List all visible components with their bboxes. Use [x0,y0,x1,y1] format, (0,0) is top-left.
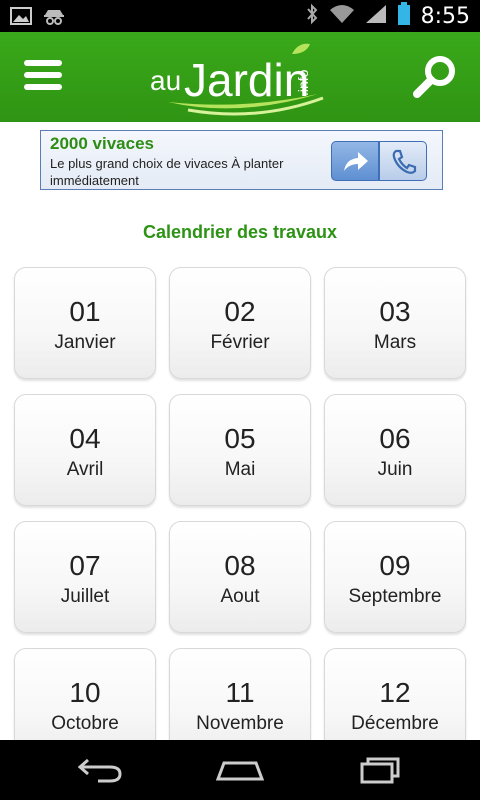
month-number: 03 [379,296,411,327]
main-content: Calendrier des travaux 01 Janvier 02 Févri… [0,200,480,740]
month-button-aout[interactable]: 08 Aout [169,521,311,633]
back-icon [77,758,122,783]
ad-banner[interactable]: 2000 vivaces Le plus grand choix de viva… [40,130,443,190]
section-title: Calendrier des travaux [142,222,338,242]
image-icon [10,6,32,31]
month-number: 07 [69,550,101,581]
month-button-fevrier[interactable]: 02 Février [169,267,311,379]
month-button-mai[interactable]: 05 Mai [169,394,311,506]
month-name: Novembre [196,713,284,734]
ad-call-button[interactable] [379,141,427,181]
month-name: Décembre [351,713,439,734]
search-icon [413,56,455,98]
month-name: Aout [220,586,260,607]
ad-title: 2000 vivaces [50,134,154,153]
month-button-juin[interactable]: 06 Juin [324,394,466,506]
month-number: 05 [224,423,256,454]
month-button-septembre[interactable]: 09 Septembre [324,521,466,633]
logo[interactable]: au Jardin .info [148,40,338,116]
system-nav-bar [0,740,480,800]
month-name: Janvier [54,332,116,353]
month-name: Octobre [51,713,119,734]
month-name: Juin [377,459,413,480]
home-button[interactable] [210,752,270,788]
month-number: 02 [224,296,256,327]
bluetooth-icon [305,3,319,30]
month-number: 01 [69,296,101,327]
month-button-juillet[interactable]: 07 Juillet [14,521,156,633]
menu-icon [20,60,66,90]
logo-suffix: .info [295,69,311,96]
wifi-icon [329,4,355,29]
battery-icon [397,2,411,31]
app-header: au Jardin .info [0,32,480,122]
month-button-novembre[interactable]: 11 Novembre [169,648,311,740]
recent-apps-icon [360,757,400,784]
month-name: Juillet [60,586,110,607]
month-name: Février [210,332,270,353]
home-icon [215,761,265,781]
month-name: Mars [373,332,417,353]
month-number: 08 [224,550,256,581]
clock: 8:55 [420,4,470,29]
share-arrow-icon [344,152,368,171]
month-number: 10 [69,677,101,708]
menu-button[interactable] [20,54,66,100]
month-number: 06 [379,423,411,454]
month-name: Avril [66,459,104,480]
month-number: 09 [379,550,411,581]
phone-icon [392,149,417,174]
month-grid: 01 Janvier 02 Février 03 Mars 04 Avril 05 Mai… [14,267,466,740]
signal-icon [365,4,387,29]
month-button-janvier[interactable]: 01 Janvier [14,267,156,379]
incognito-icon [42,6,66,31]
month-button-mars[interactable]: 03 Mars [324,267,466,379]
status-bar: 8:55 [0,0,480,32]
month-button-decembre[interactable]: 12 Décembre [324,648,466,740]
logo-prefix: au [150,65,181,96]
month-name: Mai [224,459,256,480]
ad-share-button[interactable] [331,141,379,181]
search-button[interactable] [410,52,460,102]
logo-word: Jardin [184,54,309,106]
month-button-avril[interactable]: 04 Avril [14,394,156,506]
month-number: 12 [379,677,411,708]
month-number: 04 [69,423,101,454]
month-button-octobre[interactable]: 10 Octobre [14,648,156,740]
month-name: Septembre [348,586,442,607]
month-number: 11 [225,677,255,708]
back-button[interactable] [70,752,130,788]
recent-apps-button[interactable] [352,752,412,788]
ad-text: Le plus grand choix de vivaces À planter… [50,156,284,188]
